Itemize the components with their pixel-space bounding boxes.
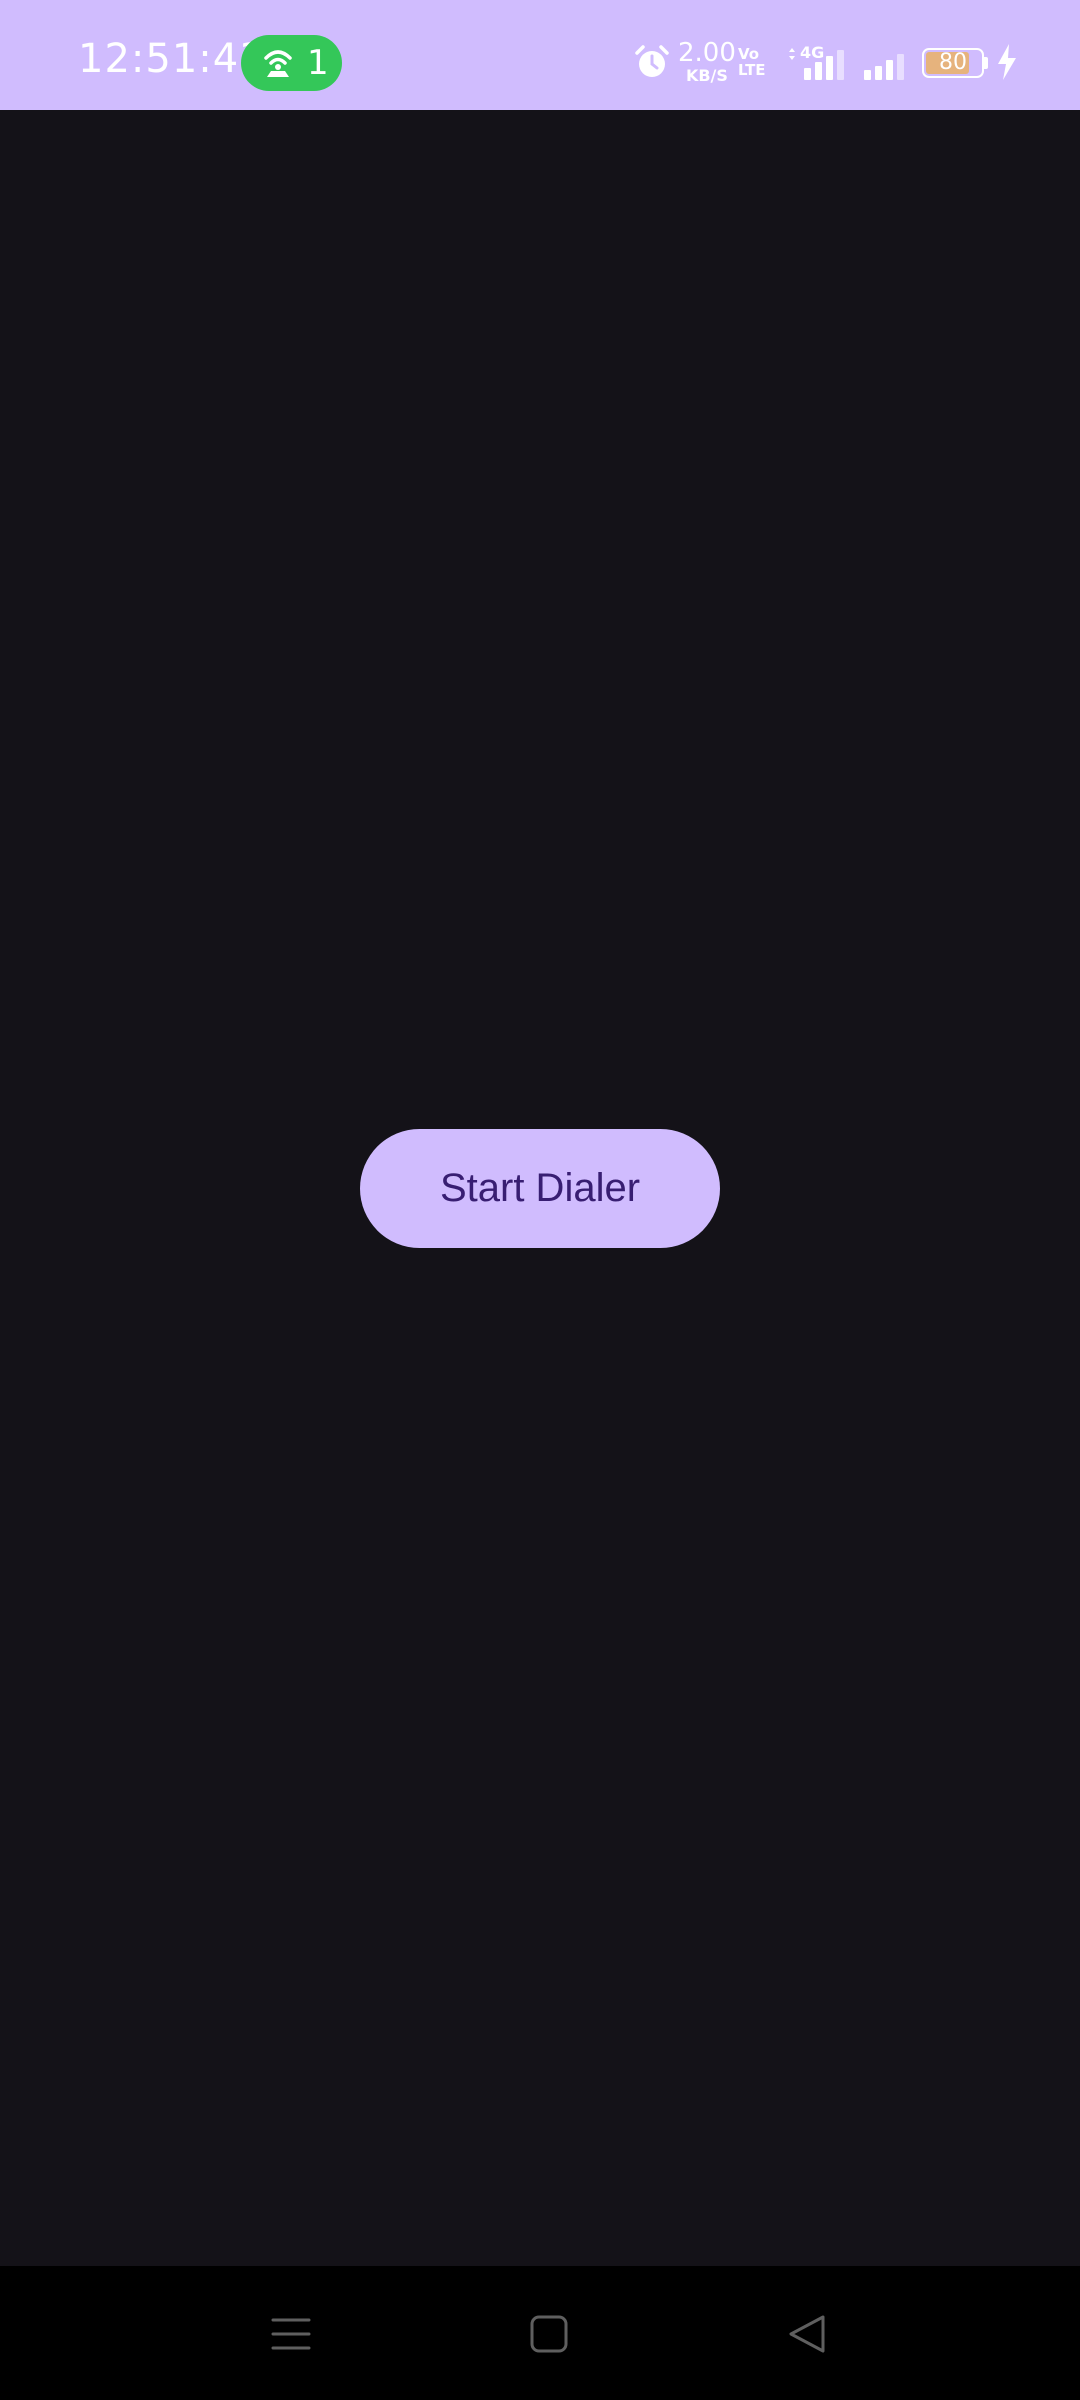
battery-tip (984, 57, 988, 69)
network-speed-unit: KB/S (685, 66, 728, 85)
start-dialer-button[interactable]: Start Dialer (360, 1129, 720, 1248)
recent-apps-button[interactable] (251, 2296, 331, 2376)
hotspot-count: 1 (307, 43, 329, 83)
hotspot-icon (261, 48, 295, 78)
navigation-bar (0, 2266, 1080, 2400)
volte-label-bottom: LTE (738, 61, 766, 79)
status-icons: 2.00 KB/S Vo LTE 4G 80 (600, 0, 1080, 110)
signal-icon (862, 54, 910, 85)
back-icon (787, 2314, 827, 2359)
home-button[interactable] (509, 2296, 589, 2376)
alarm-icon (634, 44, 670, 85)
volte-label-top: Vo (738, 45, 760, 63)
home-icon (529, 2314, 569, 2359)
network-type-label: 4G (800, 44, 824, 62)
battery-icon: 80 (922, 48, 984, 78)
app-screen: 12:51:43 1 2.00 KB/S Vo LTE 4G 80 Start … (0, 0, 1080, 2400)
status-bar: 12:51:43 1 2.00 KB/S Vo LTE 4G 80 (0, 0, 1080, 110)
battery-level: 80 (939, 50, 967, 75)
network-speed: 2.00 KB/S (678, 40, 736, 84)
menu-icon (271, 2314, 311, 2359)
volte-indicator: Vo LTE (738, 46, 766, 78)
back-button[interactable] (767, 2296, 847, 2376)
charging-icon (996, 44, 1018, 85)
signal-icon: 4G (786, 43, 852, 85)
network-speed-value: 2.00 (678, 38, 736, 68)
hotspot-indicator[interactable]: 1 (241, 35, 342, 91)
status-time: 12:51:43 (78, 36, 266, 82)
